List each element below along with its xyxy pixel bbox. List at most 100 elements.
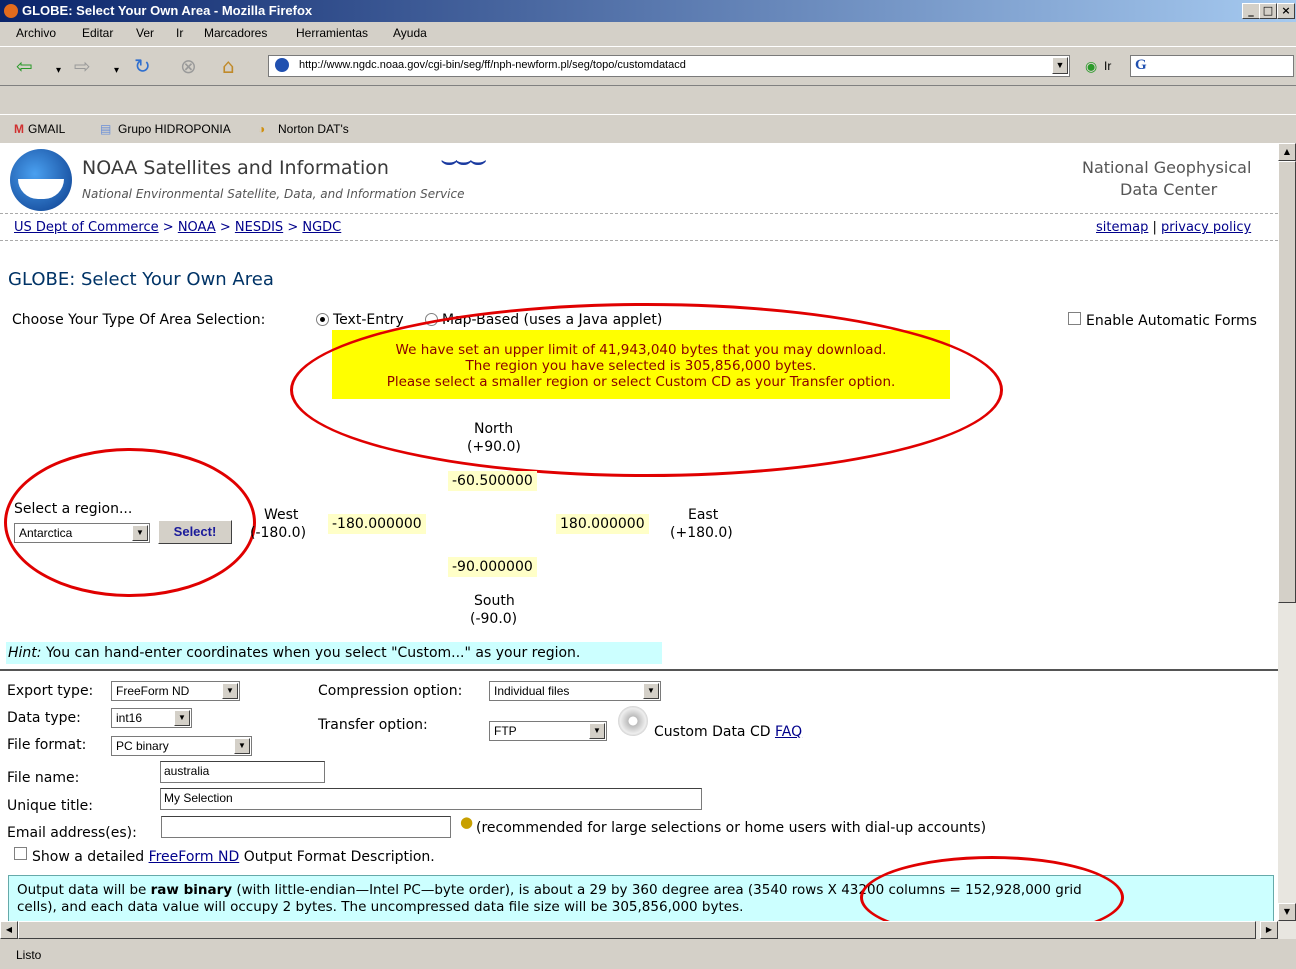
search-box[interactable]: G <box>1130 55 1294 77</box>
east-range: (+180.0) <box>670 525 733 541</box>
scroll-right-icon[interactable]: ▶ <box>1260 921 1278 939</box>
back-dropdown-icon[interactable]: ▾ <box>56 61 61 81</box>
output-pre: Output data will be <box>17 882 151 898</box>
export-type-select[interactable]: FreeForm ND ▼ <box>111 681 240 701</box>
norton-icon: ◑ <box>258 122 266 136</box>
ngdc-title-line1: National Geophysical <box>1082 158 1252 177</box>
scroll-thumb[interactable] <box>1278 161 1296 603</box>
noaa-logo[interactable] <box>10 149 72 211</box>
compression-dropdown-icon[interactable]: ▼ <box>643 683 659 699</box>
forward-dropdown-icon[interactable]: ▾ <box>114 61 119 81</box>
horizontal-scroll-thumb[interactable] <box>18 921 1256 939</box>
south-range: (-90.0) <box>470 611 518 627</box>
breadcrumb-commerce[interactable]: US Dept of Commerce <box>14 220 159 235</box>
status-bar: Listo <box>0 940 1296 969</box>
section-divider <box>0 669 1278 671</box>
top-links: sitemap | privacy policy <box>1096 220 1251 235</box>
maximize-button[interactable]: □ <box>1259 3 1277 19</box>
home-icon[interactable]: ⌂ <box>222 56 235 76</box>
transfer-select[interactable]: FTP ▼ <box>489 721 607 741</box>
cd-icon <box>618 706 648 736</box>
close-button[interactable]: × <box>1277 3 1295 19</box>
export-type-label: Export type: <box>7 683 94 699</box>
privacy-policy-link[interactable]: privacy policy <box>1161 220 1251 235</box>
email-input[interactable] <box>161 816 451 838</box>
vertical-scrollbar[interactable]: ▲ ▼ <box>1278 143 1296 939</box>
south-label: South <box>474 593 515 609</box>
status-text: Listo <box>16 948 42 962</box>
email-note: (recommended for large selections or hom… <box>476 820 987 836</box>
stop-icon[interactable]: ⊗ <box>180 56 197 76</box>
menu-ir[interactable]: Ir <box>176 26 183 40</box>
highlight-ellipse-warning <box>290 303 1003 477</box>
go-icon[interactable]: ◉ <box>1085 57 1097 77</box>
address-text: http://www.ngdc.noaa.gov/cgi-bin/seg/ff/… <box>299 59 686 71</box>
automatic-forms-checkbox[interactable] <box>1068 312 1081 325</box>
back-arrow-icon[interactable]: ⇦ <box>16 56 33 76</box>
email-label: Email address(es): <box>7 825 137 841</box>
menu-herramientas[interactable]: Herramientas <box>296 26 368 40</box>
show-description-post: Output Format Description. <box>239 849 435 865</box>
data-type-value: int16 <box>116 711 143 725</box>
faq-link[interactable]: FAQ <box>775 724 802 740</box>
breadcrumb-nesdis[interactable]: NESDIS <box>235 220 283 235</box>
data-type-select[interactable]: int16 ▼ <box>111 708 192 728</box>
north-range: (+90.0) <box>467 439 521 455</box>
freeform-nd-link[interactable]: FreeForm ND <box>149 849 240 865</box>
bookmark-norton[interactable]: Norton DAT's <box>278 122 349 136</box>
transfer-label: Transfer option: <box>318 717 428 733</box>
menu-archivo[interactable]: Archivo <box>16 26 56 40</box>
breadcrumb-ngdc[interactable]: NGDC <box>302 220 341 235</box>
north-coordinate-input[interactable]: -60.500000 <box>448 471 537 491</box>
text-entry-radio[interactable] <box>316 313 329 326</box>
file-format-dropdown-icon[interactable]: ▼ <box>234 738 250 754</box>
unique-title-input[interactable]: My Selection <box>160 788 702 810</box>
reload-icon[interactable]: ↻ <box>134 56 151 76</box>
menu-ver[interactable]: Ver <box>136 26 154 40</box>
file-format-label: File format: <box>7 737 87 753</box>
horizontal-scrollbar[interactable]: ◀ ▶ <box>0 921 1278 939</box>
bookmarks-toolbar: M GMAIL ▤ Grupo HIDROPONIA ◑ Norton DAT'… <box>0 114 1296 143</box>
breadcrumb-sep: > <box>219 220 231 235</box>
google-search-icon: G <box>1135 57 1147 73</box>
scroll-down-icon[interactable]: ▼ <box>1278 903 1296 921</box>
data-type-dropdown-icon[interactable]: ▼ <box>174 710 190 726</box>
address-bar[interactable]: http://www.ngdc.noaa.gov/cgi-bin/seg/ff/… <box>268 55 1070 77</box>
minimize-button[interactable]: _ <box>1242 3 1260 19</box>
noaa-title: NOAA Satellites and Information <box>82 157 389 179</box>
transfer-dropdown-icon[interactable]: ▼ <box>589 723 605 739</box>
menu-marcadores[interactable]: Marcadores <box>204 26 267 40</box>
breadcrumb-sep: > <box>287 220 299 235</box>
compression-value: Individual files <box>494 684 570 698</box>
south-coordinate-input[interactable]: -90.000000 <box>448 557 537 577</box>
forward-arrow-icon[interactable]: ⇨ <box>74 56 91 76</box>
lightbulb-icon: ● <box>460 813 474 831</box>
hint-label: Hint: <box>8 645 42 661</box>
bookmark-hidroponia[interactable]: Grupo HIDROPONIA <box>118 122 231 136</box>
compression-label: Compression option: <box>318 683 463 699</box>
bookmark-gmail[interactable]: GMAIL <box>28 122 65 136</box>
show-description-checkbox[interactable] <box>14 847 27 860</box>
file-format-select[interactable]: PC binary ▼ <box>111 736 252 756</box>
scroll-left-icon[interactable]: ◀ <box>0 921 18 939</box>
breadcrumb-divider <box>0 240 1278 241</box>
hint-box: Hint: You can hand-enter coordinates whe… <box>6 642 662 664</box>
export-type-dropdown-icon[interactable]: ▼ <box>222 683 238 699</box>
page-content: NOAA Satellites and Information National… <box>0 143 1278 939</box>
hint-text: You can hand-enter coordinates when you … <box>41 645 581 661</box>
address-dropdown-icon[interactable]: ▼ <box>1052 57 1068 74</box>
breadcrumb-noaa[interactable]: NOAA <box>178 220 216 235</box>
menu-ayuda[interactable]: Ayuda <box>393 26 427 40</box>
north-label: North <box>474 421 514 437</box>
scroll-up-icon[interactable]: ▲ <box>1278 143 1296 161</box>
east-coordinate-input[interactable]: 180.000000 <box>556 514 649 534</box>
file-name-input[interactable]: australia <box>160 761 325 783</box>
compression-select[interactable]: Individual files ▼ <box>489 681 661 701</box>
sitemap-link[interactable]: sitemap <box>1096 220 1148 235</box>
window-titlebar: GLOBE: Select Your Own Area - Mozilla Fi… <box>0 0 1296 22</box>
go-label[interactable]: Ir <box>1104 59 1111 73</box>
breadcrumb: US Dept of Commerce > NOAA > NESDIS > NG… <box>14 220 341 235</box>
west-label: West <box>264 507 299 523</box>
menu-editar[interactable]: Editar <box>82 26 113 40</box>
west-coordinate-input[interactable]: -180.000000 <box>328 514 426 534</box>
